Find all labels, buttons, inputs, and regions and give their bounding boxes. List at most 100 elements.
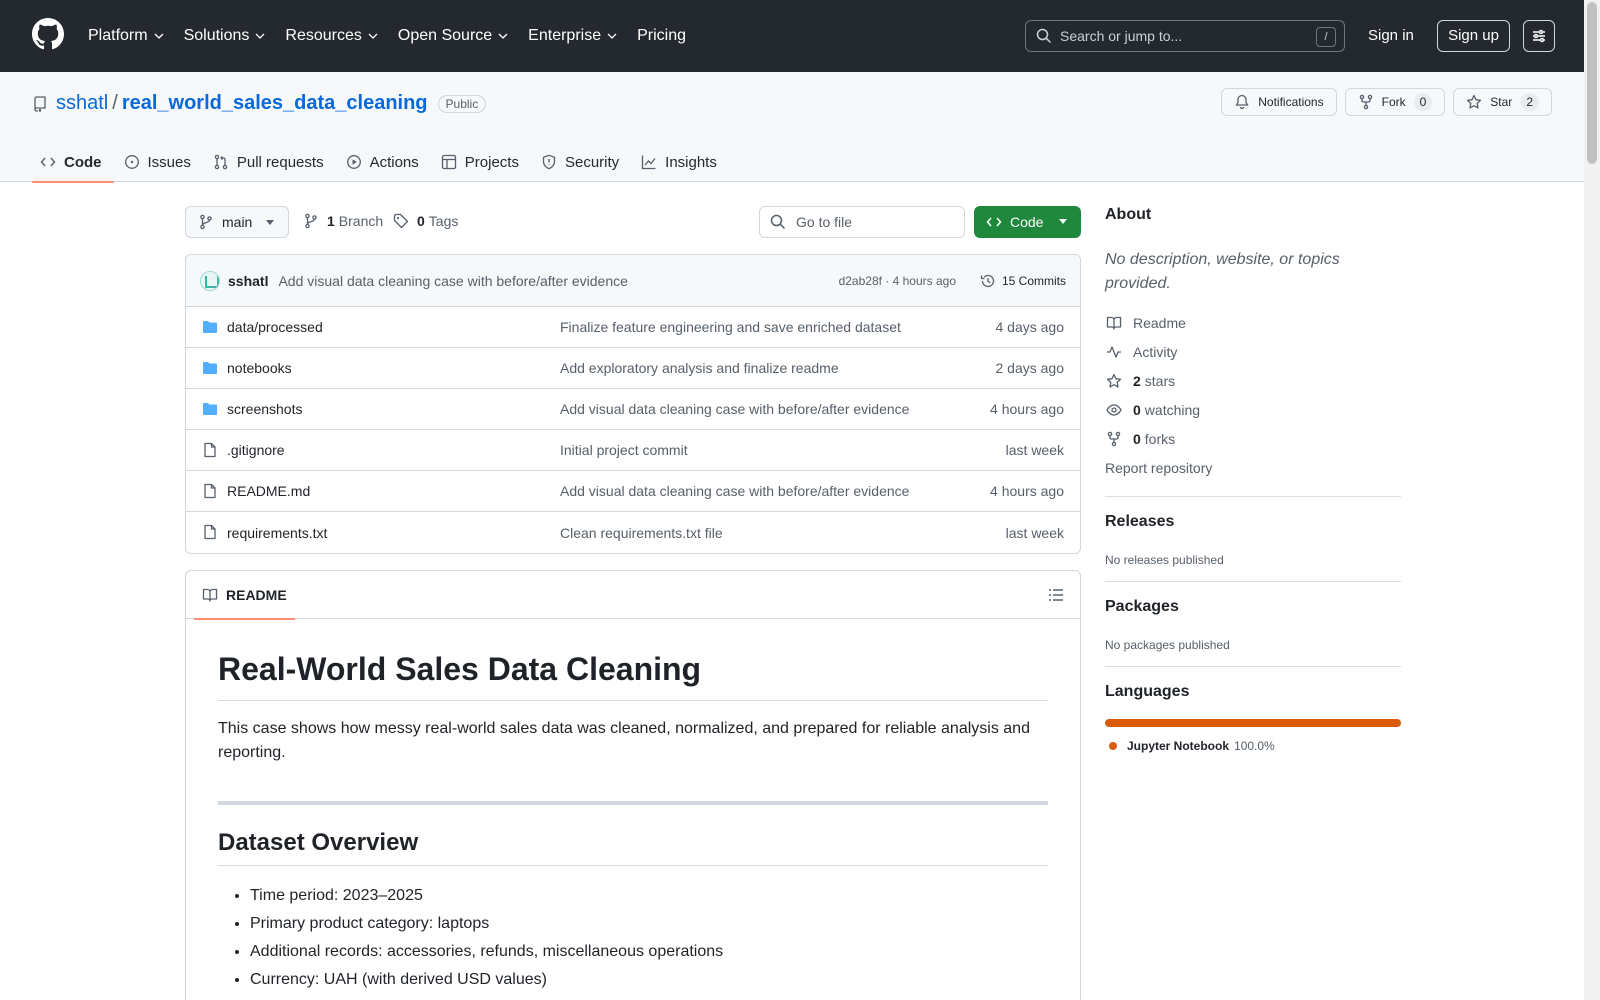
sign-in-link[interactable]: Sign in (1368, 27, 1414, 44)
visibility-badge: Public (437, 94, 487, 113)
branch-selector[interactable]: main (185, 206, 289, 238)
sign-up-button[interactable]: Sign up (1437, 20, 1510, 52)
commit-message-link[interactable]: Add visual data cleaning case with befor… (278, 273, 627, 289)
file-commit-link[interactable]: Add visual data cleaning case with befor… (560, 401, 909, 417)
list-outline-icon[interactable] (1048, 587, 1064, 603)
book-icon (202, 588, 218, 602)
shield-icon (542, 154, 556, 170)
file-name-link[interactable]: requirements.txt (227, 525, 327, 541)
file-name-link[interactable]: .gitignore (227, 442, 285, 458)
readme-content: Real-World Sales Data Cleaning This case… (186, 619, 1080, 994)
page-scrollbar[interactable] (1584, 0, 1600, 1000)
commit-hash-time[interactable]: d2ab28f · 4 hours ago (839, 274, 956, 288)
readme-tab[interactable]: README (194, 571, 295, 620)
star-button[interactable]: Star 2 (1453, 88, 1552, 116)
readme-tab-label: README (226, 587, 287, 603)
packages-empty-text: No packages published (1105, 638, 1230, 652)
notifications-button[interactable]: Notifications (1221, 88, 1337, 116)
code-icon (986, 217, 1002, 227)
repo-title: sshatl / real_world_sales_data_cleaning … (32, 92, 487, 115)
nav-label: Platform (88, 27, 148, 44)
readme-list: Time period: 2023–2025 Primary product c… (218, 882, 1048, 994)
branch-count: 1 (327, 213, 335, 229)
tab-label: Security (564, 153, 620, 171)
packages-heading[interactable]: Packages (1105, 598, 1401, 616)
branch-name: main (222, 214, 253, 230)
folder-icon (203, 321, 217, 333)
code-dropdown-button[interactable]: Code (974, 206, 1081, 238)
releases-heading[interactable]: Releases (1105, 513, 1401, 531)
tab-issues[interactable]: Issues (116, 142, 203, 182)
tab-projects[interactable]: Projects (433, 142, 531, 182)
list-item: Time period: 2023–2025 (250, 882, 1048, 910)
nav-enterprise[interactable]: Enterprise (528, 27, 625, 45)
scrollbar-thumb[interactable] (1587, 2, 1597, 164)
tags-link[interactable]: 0 Tags (393, 213, 458, 229)
language-item[interactable]: Jupyter Notebook 100.0% (1105, 739, 1401, 753)
tab-pull-requests[interactable]: Pull requests (205, 142, 336, 182)
chevron-down-icon (368, 33, 378, 39)
repo-header: sshatl / real_world_sales_data_cleaning … (0, 72, 1584, 183)
activity-link[interactable]: Activity (1105, 337, 1401, 366)
nav-solutions[interactable]: Solutions (184, 27, 274, 45)
file-commit-link[interactable]: Initial project commit (560, 442, 688, 458)
file-commit-link[interactable]: Finalize feature engineering and save en… (560, 319, 901, 335)
forks-link[interactable]: 0 forks (1105, 424, 1401, 453)
file-row[interactable]: notebooks Add exploratory analysis and f… (186, 348, 1080, 389)
file-commit-link[interactable]: Add visual data cleaning case with befor… (560, 483, 909, 499)
avatar[interactable] (200, 270, 220, 291)
file-commit-link[interactable]: Add exploratory analysis and finalize re… (560, 360, 839, 376)
file-name-link[interactable]: screenshots (227, 401, 302, 417)
about-description: No description, website, or topics provi… (1105, 251, 1340, 292)
file-row[interactable]: .gitignore Initial project commit last w… (186, 430, 1080, 471)
file-row[interactable]: data/processed Finalize feature engineer… (186, 307, 1080, 348)
tab-code[interactable]: Code (32, 142, 114, 183)
star-count: 2 (1520, 93, 1539, 111)
watching-link[interactable]: 0 watching (1105, 395, 1401, 424)
tab-label: Projects (464, 153, 519, 171)
branches-link[interactable]: 1 Branch (303, 213, 383, 229)
language-percent: 100.0% (1234, 739, 1275, 753)
folder-icon (203, 362, 217, 374)
eye-icon (1106, 403, 1122, 416)
go-to-file-input[interactable]: Go to file (759, 206, 965, 238)
language-name: Jupyter Notebook (1127, 739, 1230, 753)
nav-resources[interactable]: Resources (285, 27, 385, 45)
repo-name-link[interactable]: real_world_sales_data_cleaning (122, 92, 428, 115)
tab-insights[interactable]: Insights (633, 142, 729, 182)
file-name-link[interactable]: data/processed (227, 319, 323, 335)
nav-open-source[interactable]: Open Source (398, 27, 516, 45)
star-icon (1106, 373, 1122, 388)
search-input[interactable]: Search or jump to... / (1025, 20, 1345, 52)
nav-platform[interactable]: Platform (88, 27, 172, 45)
go-to-file-placeholder: Go to file (796, 214, 853, 230)
file-name-link[interactable]: README.md (227, 483, 310, 499)
file-row[interactable]: screenshots Add visual data cleaning cas… (186, 389, 1080, 430)
stars-label: stars (1144, 372, 1176, 389)
file-name-link[interactable]: notebooks (227, 360, 292, 376)
file-row[interactable]: README.md Add visual data cleaning case … (186, 471, 1080, 512)
github-logo-icon[interactable] (32, 18, 64, 50)
report-repository-link[interactable]: Report repository (1105, 453, 1401, 482)
repo-icon (34, 95, 46, 112)
file-row[interactable]: requirements.txt Clean requirements.txt … (186, 512, 1080, 553)
bell-icon (1235, 94, 1249, 110)
repo-owner-link[interactable]: sshatl (56, 92, 108, 115)
readme-link[interactable]: Readme (1105, 308, 1401, 337)
tab-label: Issues (147, 153, 191, 171)
file-icon (204, 483, 216, 499)
nav-pricing[interactable]: Pricing (637, 27, 694, 45)
readme-title: Real-World Sales Data Cleaning (218, 651, 1048, 701)
chevron-down-icon (154, 33, 164, 39)
stars-link[interactable]: 2 stars (1105, 366, 1401, 395)
releases-empty-text: No releases published (1105, 553, 1224, 567)
file-commit-link[interactable]: Clean requirements.txt file (560, 525, 723, 541)
tab-security[interactable]: Security (533, 142, 631, 182)
settings-menu-button[interactable] (1523, 20, 1555, 52)
readme-panel: README Real-World Sales Data Cleaning Th… (185, 570, 1081, 1000)
watching-label: watching (1144, 401, 1201, 418)
tab-actions[interactable]: Actions (338, 142, 431, 182)
commits-history-link[interactable]: 15 Commits (980, 273, 1066, 289)
fork-button[interactable]: Fork 0 (1344, 88, 1446, 116)
commit-author-link[interactable]: sshatl (228, 273, 268, 289)
